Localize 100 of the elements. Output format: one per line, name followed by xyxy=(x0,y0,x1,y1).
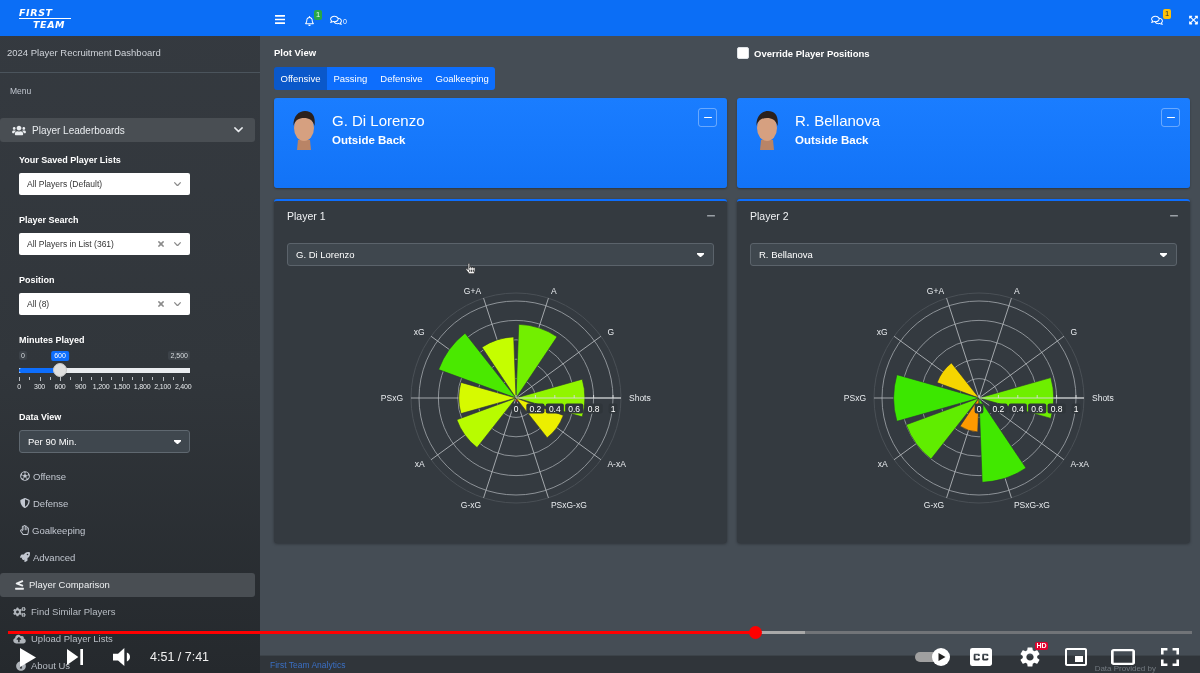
axis-label: xA xyxy=(877,459,888,470)
nav-item[interactable]: Defense xyxy=(20,496,69,510)
nav-item[interactable]: Goalkeeping xyxy=(20,523,86,537)
axis-label: PSxG-xG xyxy=(1013,500,1050,511)
player-position: Outside Back xyxy=(795,133,869,148)
captions-icon[interactable] xyxy=(970,648,992,666)
axis-label: PSxG-xG xyxy=(550,500,587,511)
chevron-down-icon xyxy=(174,181,181,187)
axis-label: Shots xyxy=(628,393,651,403)
select-field[interactable]: All Players (Default) xyxy=(19,173,190,195)
tick-label: 0.8 xyxy=(1047,403,1066,414)
player-position: Outside Back xyxy=(332,133,406,148)
hand-cursor-icon xyxy=(466,263,475,274)
tick-label: 0.2 xyxy=(988,403,1007,414)
volume-icon[interactable] xyxy=(113,648,130,666)
gears-icon xyxy=(13,607,26,617)
select-field[interactable]: All (8) xyxy=(19,293,190,315)
tick-label: 0.6 xyxy=(1027,403,1046,414)
tab[interactable]: Goalkeeping xyxy=(429,67,496,90)
collapse-button[interactable] xyxy=(1161,108,1180,127)
tick-label: 0.2 xyxy=(525,403,544,414)
video-progress-track[interactable] xyxy=(8,630,1192,634)
chevron-down-icon xyxy=(174,301,181,307)
comments-icon xyxy=(330,15,342,26)
chevron-down-icon xyxy=(234,127,243,133)
tab[interactable]: Offensive xyxy=(274,67,327,90)
brand-logo[interactable]: FIRST TEAM xyxy=(19,7,71,29)
field-label: Your Saved Player Lists xyxy=(19,153,121,167)
caret-down-icon xyxy=(1160,252,1167,257)
checkbox-label[interactable]: Override Player Positions xyxy=(754,47,870,59)
checkbox[interactable] xyxy=(737,47,749,59)
tab[interactable]: Passing xyxy=(326,67,374,90)
caret-down-icon xyxy=(697,252,704,257)
bell-icon xyxy=(305,15,314,26)
axis-label: G+A xyxy=(463,285,481,296)
menu-header: Menu xyxy=(10,85,32,96)
caret-down-icon xyxy=(174,439,181,444)
less-than-equal-icon xyxy=(15,580,24,590)
nav-item[interactable]: Player Comparison xyxy=(0,573,255,597)
select-field[interactable]: Per 90 Min. xyxy=(19,430,190,453)
shield-icon xyxy=(20,498,30,508)
field-label: Plot View xyxy=(274,46,317,60)
settings-icon xyxy=(1020,647,1040,667)
axis-label: Shots xyxy=(1091,393,1114,403)
axis-label: G+A xyxy=(926,285,944,296)
nav-item[interactable]: Advanced xyxy=(20,550,76,564)
miniplayer-icon[interactable] xyxy=(1065,648,1087,666)
field-label: Player Search xyxy=(19,213,79,227)
axis-label: A xyxy=(1013,285,1020,296)
tick-label: 0.6 xyxy=(564,403,583,414)
panel-title: Player 1 xyxy=(287,210,326,222)
axis-label: G-xG xyxy=(460,500,481,511)
axis-label: A xyxy=(550,285,557,296)
axis-label: xG xyxy=(876,326,888,337)
tick-label: 0.4 xyxy=(1008,403,1027,414)
cloud-upload-icon xyxy=(13,634,26,644)
axis-label: xG xyxy=(413,326,425,337)
field-label: Data View xyxy=(19,410,62,424)
chevron-down-icon xyxy=(174,241,181,247)
tab[interactable]: Defensive xyxy=(373,67,430,90)
minus-icon xyxy=(1166,116,1175,119)
footer-credit: Data Provided by xyxy=(1094,665,1156,673)
fullscreen-icon[interactable] xyxy=(1161,648,1179,666)
clear-icon[interactable] xyxy=(158,241,164,247)
tick-label: 0 xyxy=(974,403,983,414)
player-name: G. Di Lorenzo xyxy=(332,112,425,130)
expand-icon[interactable] xyxy=(1189,14,1198,25)
tick-label: 1 xyxy=(1071,403,1080,414)
time-display: 4:51 / 7:41 xyxy=(150,650,210,664)
skip-next-icon[interactable] xyxy=(67,649,83,665)
panel-title: Player 2 xyxy=(750,210,789,222)
menu-icon[interactable] xyxy=(275,15,285,24)
select-field[interactable]: R. Bellanova xyxy=(750,243,1177,266)
axis-label: G xyxy=(1069,326,1077,337)
tick-label: 0.4 xyxy=(545,403,564,414)
slider-thumb[interactable] xyxy=(53,363,68,377)
tick-label: 0 xyxy=(511,403,520,414)
axis-label: A-xA xyxy=(606,459,626,470)
nav-item[interactable]: Upload Player Lists xyxy=(0,634,113,644)
axis-label: G-xG xyxy=(923,500,944,511)
axis-label: PSxG xyxy=(380,393,403,403)
axis-label: xA xyxy=(414,459,425,470)
nav-item[interactable]: Find Similar Players xyxy=(0,607,116,617)
select-field[interactable]: All Players in List (361) xyxy=(19,233,190,255)
collapse-button[interactable] xyxy=(698,108,717,127)
clear-icon[interactable] xyxy=(158,301,164,307)
hand-icon xyxy=(20,525,29,535)
tick-label: 1 xyxy=(608,403,617,414)
rocket-icon xyxy=(20,552,30,562)
nav-item[interactable]: Player Leaderboards xyxy=(0,118,255,142)
dashboard-title: 2024 Player Recruitment Dashboard xyxy=(7,47,161,58)
users-icon xyxy=(12,124,26,136)
axis-label: G xyxy=(606,326,614,337)
select-field[interactable]: G. Di Lorenzo xyxy=(287,243,714,266)
axis-label: A-xA xyxy=(1069,459,1089,470)
nav-item[interactable]: Offense xyxy=(20,469,67,483)
theater-mode-icon[interactable] xyxy=(1111,649,1135,665)
field-label: Minutes Played xyxy=(19,333,85,347)
autoplay-toggle[interactable] xyxy=(914,648,950,666)
field-label: Position xyxy=(19,273,55,287)
